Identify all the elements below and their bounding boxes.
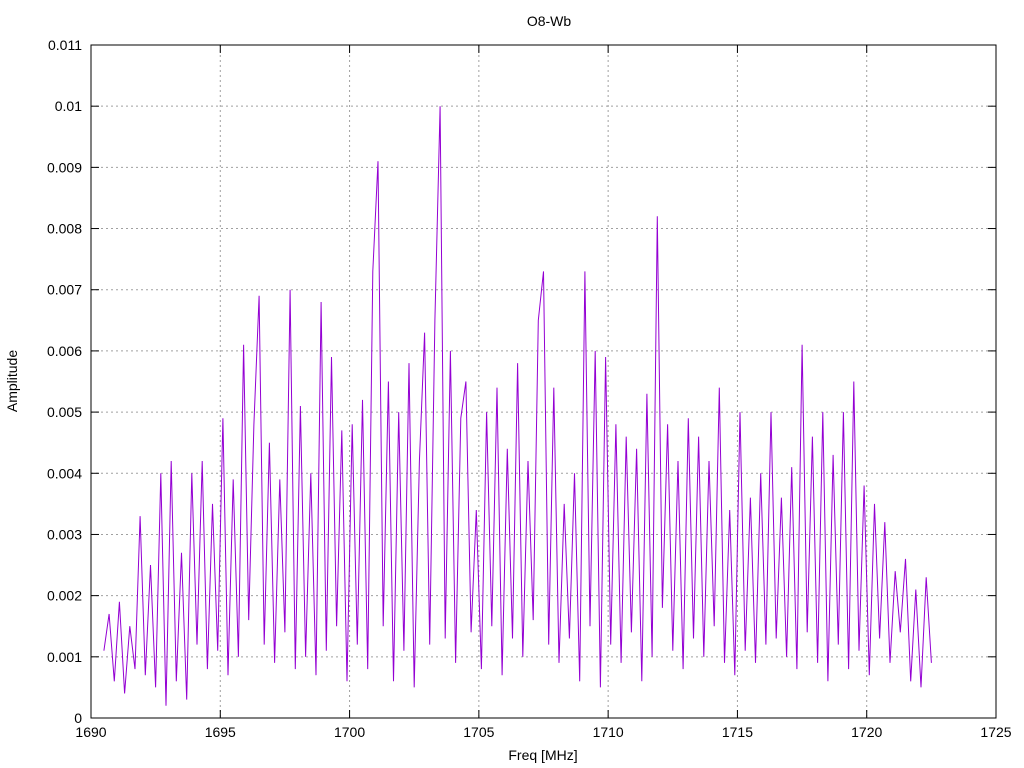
- x-tick-label: 1715: [722, 724, 753, 740]
- y-tick-label: 0.01: [55, 98, 82, 114]
- x-tick-label: 1725: [980, 724, 1011, 740]
- y-tick-label: 0.011: [48, 37, 82, 53]
- x-tick-label: 1695: [205, 724, 236, 740]
- x-axis-label: Freq [MHz]: [508, 747, 577, 763]
- y-tick-label: 0.004: [47, 465, 82, 481]
- y-tick-label: 0.008: [47, 221, 82, 237]
- x-tick-label: 1700: [334, 724, 365, 740]
- y-tick-label: 0.001: [47, 649, 82, 665]
- y-tick-label: 0.007: [47, 282, 82, 298]
- chart: 00.0010.0020.0030.0040.0050.0060.0070.00…: [4, 13, 1012, 763]
- ticks: 00.0010.0020.0030.0040.0050.0060.0070.00…: [47, 37, 1012, 740]
- y-axis-label: Amplitude: [4, 350, 20, 412]
- x-tick-label: 1705: [463, 724, 494, 740]
- y-tick-label: 0.009: [47, 159, 82, 175]
- y-tick-label: 0.003: [47, 526, 82, 542]
- y-tick-label: 0.006: [47, 343, 82, 359]
- y-tick-label: 0.002: [47, 588, 82, 604]
- x-tick-label: 1690: [75, 724, 106, 740]
- x-tick-label: 1720: [851, 724, 882, 740]
- chart-title: O8-Wb: [527, 13, 572, 29]
- x-tick-label: 1710: [593, 724, 624, 740]
- series-line: [103, 106, 932, 706]
- y-tick-label: 0.005: [47, 404, 82, 420]
